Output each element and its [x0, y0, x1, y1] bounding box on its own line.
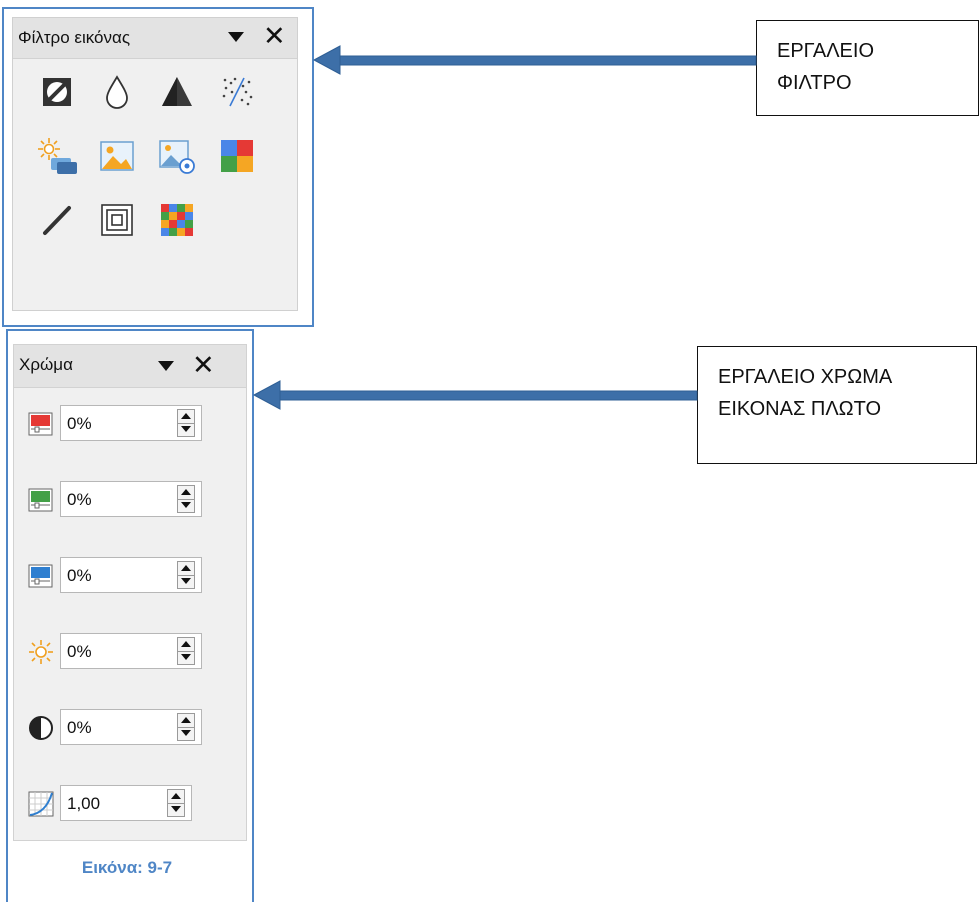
callout-arrows	[252, 45, 757, 410]
color-arrow	[252, 380, 698, 410]
filter-arrow	[312, 45, 757, 75]
